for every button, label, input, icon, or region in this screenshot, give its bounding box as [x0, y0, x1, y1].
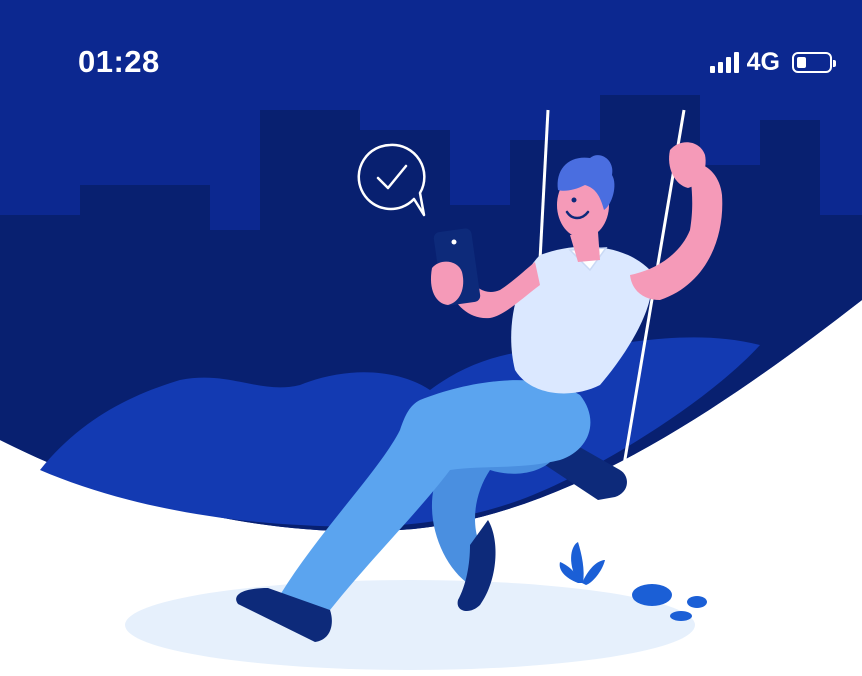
signal-strength-icon: [709, 51, 739, 73]
battery-tip: [833, 59, 836, 67]
status-bar: 01:28 4G: [0, 0, 862, 110]
status-time: 01:28: [78, 44, 160, 79]
ground-shadow: [125, 580, 695, 670]
status-icons: 4G: [709, 47, 836, 76]
plant-icon: [559, 542, 605, 585]
network-type: 4G: [746, 47, 780, 76]
battery-level: [797, 56, 806, 68]
eye: [571, 197, 577, 203]
battery-icon: [792, 51, 836, 73]
onboarding-screen: 01:28 4G: [0, 0, 862, 676]
